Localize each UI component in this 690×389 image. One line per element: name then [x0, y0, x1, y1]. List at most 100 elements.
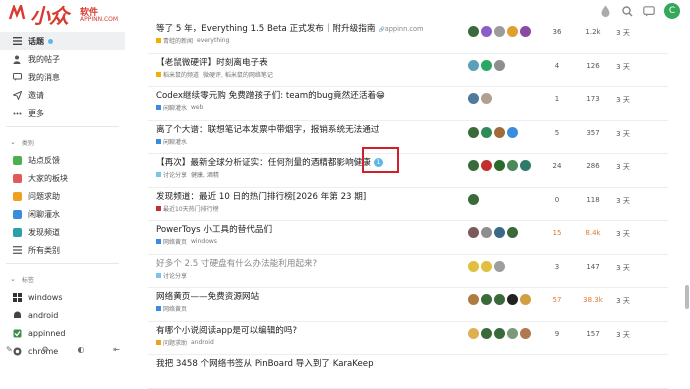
reply-count[interactable]: 1 [545, 95, 569, 103]
sidebar-category-all[interactable]: 所有类别 [0, 241, 125, 259]
sidebar-category-boards[interactable]: 大家的板块 [0, 169, 125, 187]
poster-avatar[interactable] [468, 227, 479, 238]
poster-avatar[interactable] [468, 126, 479, 138]
topic-category[interactable]: 闲聊灌水 [156, 103, 187, 112]
topic-tags[interactable]: 健康, 酒精 [191, 170, 219, 179]
topic-tags[interactable]: android [191, 339, 214, 346]
topic-row[interactable]: 【再次】最新全球分析证实：任何剂量的酒精都影响健康 1 讨论分享 健康, 酒精 24 28… [148, 154, 668, 188]
sidebar-category-chat[interactable]: 闲聊灌水 [0, 205, 125, 223]
reply-count[interactable]: 24 [545, 162, 569, 170]
topic-title[interactable]: Codex继续零元购 免费蹭孩子们: team的bug竟然还活着😁 [156, 89, 385, 101]
topic-row[interactable]: 离了个大谱：联想笔记本发票中带烟字，报销系统无法通过 闲聊灌水 5 357 3 天 [148, 121, 668, 154]
poster-avatar[interactable] [481, 126, 492, 138]
poster-avatar[interactable] [494, 227, 505, 238]
poster-avatar[interactable] [494, 260, 505, 272]
poster-avatar[interactable] [507, 26, 518, 37]
poster-avatar[interactable] [468, 327, 479, 339]
topic-category[interactable]: 最近10天热门排行榜 [156, 204, 219, 213]
last-activity[interactable]: 3 天 [611, 296, 635, 306]
topic-title-text[interactable]: 好多个 2.5 寸硬盘有什么办法能利用起来? [156, 259, 317, 269]
poster-avatar[interactable] [468, 59, 479, 71]
topic-row[interactable]: 【老鼠微硬评】时刻离电子表 稻米鼠的频道 微硬评, 稻米鼠的网络笔记 4 126 3 天 [148, 54, 668, 87]
topic-row[interactable]: Codex继续零元购 免费蹭孩子们: team的bug竟然还活着😁 闲聊灌水 web… [148, 87, 668, 121]
topic-row[interactable]: 发现频道：最近 10 日的热门排行榜[2026 年第 23 期] 最近10天热门排… [148, 188, 668, 221]
sidebar-tag-appinned[interactable]: appinned [0, 324, 125, 342]
poster-avatar[interactable] [481, 93, 492, 104]
poster-avatar[interactable] [520, 160, 531, 171]
last-activity[interactable]: 3 天 [611, 229, 635, 239]
last-activity[interactable]: 3 天 [611, 28, 635, 38]
poster-avatar[interactable] [481, 227, 492, 238]
poster-avatar[interactable] [494, 126, 505, 138]
topic-category[interactable]: 青蛙的新闻 [156, 36, 193, 45]
topic-title-text[interactable]: 有哪个小说阅读app是可以编辑的吗? [156, 326, 297, 336]
sidebar-item-more[interactable]: 更多 [0, 104, 125, 122]
topic-title-text[interactable]: 网络黄页——免费资源网站 [156, 292, 259, 302]
last-activity[interactable]: 3 天 [611, 196, 635, 206]
topic-title[interactable]: 离了个大谱：联想笔记本发票中带烟字，报销系统无法通过 [156, 123, 379, 135]
topic-row[interactable]: 好多个 2.5 寸硬盘有什么办法能利用起来? 讨论分享 3 147 3 天 [148, 255, 668, 288]
reply-count[interactable]: 57 [545, 296, 569, 304]
topic-row[interactable]: 我把 3458 个网络书签从 PinBoard 导入到了 KaraKeep [148, 355, 668, 389]
poster-avatar[interactable] [507, 160, 518, 171]
poster-avatar[interactable] [481, 59, 492, 71]
topic-row[interactable]: 等了 5 年，Everything 1.5 Beta 正式发布｜附升级指南 🔗ap… [148, 20, 668, 54]
topic-title-text[interactable]: 【再次】最新全球分析证实：任何剂量的酒精都影响健康 [156, 158, 371, 168]
topic-title[interactable]: 【老鼠微硬评】时刻离电子表 [156, 56, 268, 68]
search-icon[interactable] [620, 4, 634, 18]
poster-avatar[interactable] [481, 160, 492, 171]
sidebar-tag-android[interactable]: android [0, 306, 125, 324]
topic-title-text[interactable]: 我把 3458 个网络书签从 PinBoard 导入到了 KaraKeep [156, 359, 374, 369]
topic-title[interactable]: 我把 3458 个网络书签从 PinBoard 导入到了 KaraKeep [156, 357, 374, 369]
sidebar-item-invite[interactable]: 邀请 [0, 86, 125, 104]
reply-count[interactable]: 15 [545, 229, 569, 237]
categories-section-header[interactable]: ⌄ 类别 [0, 133, 125, 151]
topic-title-text[interactable]: Codex继续零元购 免费蹭孩子们: team的bug竟然还活着😁 [156, 91, 385, 101]
topic-title[interactable]: 发现频道：最近 10 日的热门排行榜[2026 年第 23 期] [156, 190, 366, 202]
poster-avatar[interactable] [507, 327, 518, 339]
topic-row[interactable]: 有哪个小说阅读app是可以编辑的吗? 问题求助 android 9 157 3 天 [148, 322, 668, 355]
topic-category[interactable]: 讨论分享 [156, 170, 187, 179]
reply-count[interactable]: 9 [545, 330, 569, 338]
topic-row[interactable]: 网络黄页——免费资源网站 网络黄页 57 38.3k 3 天 [148, 288, 668, 322]
topic-title-text[interactable]: 【老鼠微硬评】时刻离电子表 [156, 58, 268, 68]
poster-avatar[interactable] [520, 294, 531, 305]
reply-count[interactable]: 4 [545, 62, 569, 70]
sidebar-item-my-posts[interactable]: 我的帖子 [0, 50, 125, 68]
last-activity[interactable]: 3 天 [611, 62, 635, 72]
topic-tags[interactable]: web [191, 104, 203, 111]
poster-avatar[interactable] [520, 26, 531, 37]
poster-avatar[interactable] [520, 327, 531, 339]
chat-icon[interactable] [642, 4, 656, 18]
page-scrollbar[interactable] [685, 285, 689, 309]
poster-avatar[interactable] [494, 294, 505, 305]
poster-avatar[interactable] [507, 227, 518, 238]
reply-count[interactable]: 0 [545, 196, 569, 204]
poster-avatar[interactable] [468, 260, 479, 272]
poster-avatar[interactable] [507, 126, 518, 138]
poster-avatar[interactable] [468, 193, 479, 205]
poster-avatar[interactable] [494, 59, 505, 71]
sidebar-category-help[interactable]: 问题求助 [0, 187, 125, 205]
poster-avatar[interactable] [494, 327, 505, 339]
sidebar-category-discover[interactable]: 发现频道 [0, 223, 125, 241]
poster-avatar[interactable] [468, 294, 479, 305]
topic-category[interactable]: 闲聊灌水 [156, 137, 187, 146]
topic-tags[interactable]: windows [191, 238, 217, 245]
last-activity[interactable]: 3 天 [611, 330, 635, 340]
topic-title-text[interactable]: 发现频道：最近 10 日的热门排行榜[2026 年第 23 期] [156, 192, 366, 202]
poster-avatar[interactable] [481, 26, 492, 37]
topic-row[interactable]: PowerToys 小工具的替代品们 网络黄页 windows 15 8.4k 3 天 [148, 221, 668, 255]
site-logo[interactable]: 小众 软件 APPINN.COM [8, 3, 118, 28]
poster-avatar[interactable] [494, 26, 505, 37]
poster-avatar[interactable] [468, 160, 479, 171]
dark-mode-icon[interactable]: ◐ [78, 345, 85, 354]
tags-section-header[interactable]: ⌄ 标签 [0, 270, 125, 288]
last-activity[interactable]: 3 天 [611, 129, 635, 139]
reply-count[interactable]: 3 [545, 263, 569, 271]
poster-avatar[interactable] [481, 260, 492, 272]
topic-title[interactable]: PowerToys 小工具的替代品们 [156, 223, 272, 235]
topic-category[interactable]: 讨论分享 [156, 271, 187, 280]
topic-category[interactable]: 问题求助 [156, 338, 187, 347]
topic-title[interactable]: 好多个 2.5 寸硬盘有什么办法能利用起来? [156, 257, 317, 269]
